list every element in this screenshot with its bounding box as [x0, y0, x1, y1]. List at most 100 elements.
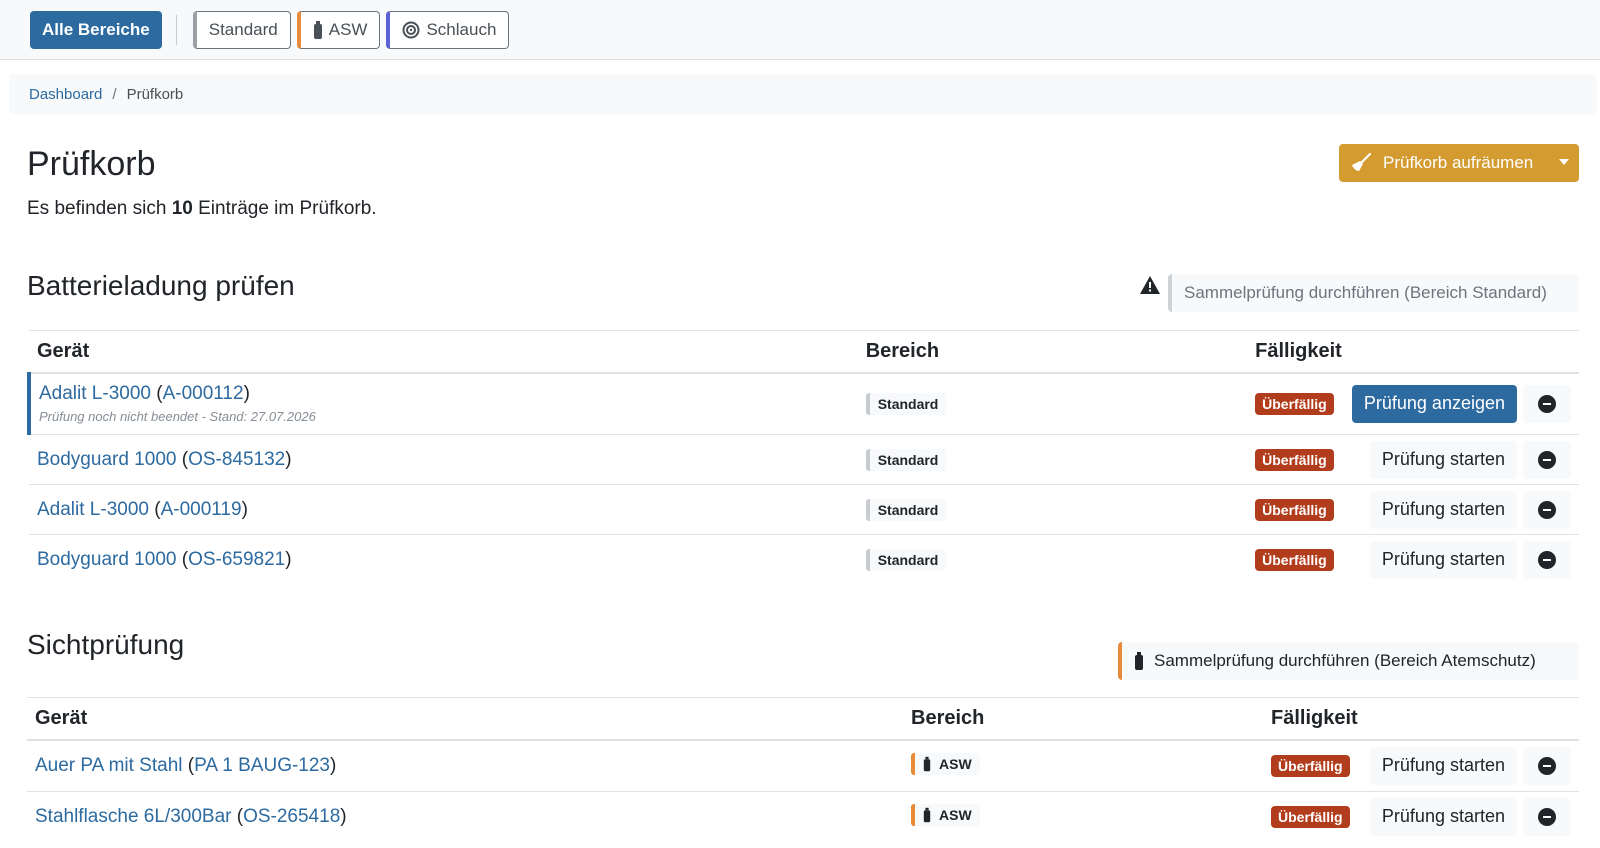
- broom-icon: [1352, 153, 1371, 171]
- entry-summary: Es befinden sich 10 Einträge im Prüfkorb…: [27, 198, 377, 220]
- gas-cylinder-icon: [313, 20, 322, 39]
- due-cell: Überfällig Prüfung anzeigen: [1247, 372, 1579, 435]
- minus-circle-icon: [1538, 550, 1556, 569]
- column-header-area: Bereich: [857, 330, 1248, 374]
- section-title-visual: Sichtprüfung: [27, 629, 185, 660]
- area-badge: ASW: [911, 753, 980, 776]
- table-header-row: Gerät Bereich Fälligkeit: [29, 330, 1579, 374]
- breadcrumb-separator: /: [112, 85, 117, 103]
- area-cell: Standard: [857, 484, 1248, 535]
- visual-test-table: Gerät Bereich Fälligkeit Auer PA mit Sta…: [27, 697, 1579, 842]
- column-header-due: Fälligkeit: [1247, 330, 1579, 374]
- overdue-badge: Überfällig: [1255, 548, 1334, 571]
- area-filter-label: Schlauch: [426, 19, 497, 39]
- remove-button[interactable]: [1523, 490, 1571, 529]
- all-areas-button[interactable]: Alle Bereiche: [30, 10, 162, 49]
- device-name-link[interactable]: Bodyguard 1000: [37, 449, 176, 470]
- area-cell: Standard: [857, 372, 1248, 435]
- minus-circle-icon: [1538, 756, 1556, 775]
- area-cell: Standard: [857, 434, 1248, 485]
- area-badge: Standard: [865, 548, 947, 571]
- cleanup-button[interactable]: Prüfkorb aufräumen: [1339, 144, 1579, 182]
- start-test-button[interactable]: Prüfung starten: [1369, 746, 1517, 785]
- device-id-link[interactable]: A-000119: [161, 499, 242, 520]
- warning-icon: [1140, 276, 1160, 294]
- device-cell: Auer PA mit Stahl (PA 1 BAUG-123): [27, 739, 903, 792]
- column-header-area: Bereich: [903, 697, 1263, 741]
- page-title: Prüfkorb: [27, 145, 156, 183]
- summary-suffix: Einträge im Prüfkorb.: [192, 198, 377, 219]
- device-cell: Bodyguard 1000 (OS-845132): [29, 434, 858, 485]
- batch-test-label: Sammelprüfung durchführen (Bereich Atems…: [1154, 651, 1536, 670]
- minus-circle-icon: [1538, 450, 1556, 469]
- area-cell: ASW: [903, 739, 1263, 792]
- area-cell: ASW: [903, 792, 1263, 842]
- table-header-row: Gerät Bereich Fälligkeit: [27, 697, 1579, 741]
- show-test-button[interactable]: Prüfung anzeigen: [1351, 384, 1517, 423]
- table-row: Adalit L-3000 (A-000119) Standard Überfä…: [29, 484, 1579, 535]
- start-test-button[interactable]: Prüfung starten: [1369, 797, 1517, 836]
- overdue-badge: Überfällig: [1271, 805, 1350, 828]
- area-badge-label: ASW: [939, 807, 972, 824]
- minus-circle-icon: [1538, 394, 1556, 413]
- batch-test-standard-button[interactable]: Sammelprüfung durchführen (Bereich Stand…: [1168, 274, 1579, 312]
- area-filter-label: ASW: [328, 19, 368, 39]
- table-row: Stahlflasche 6L/300Bar (OS-265418) ASW Ü…: [27, 792, 1579, 842]
- remove-button[interactable]: [1523, 746, 1571, 785]
- remove-button[interactable]: [1523, 384, 1571, 423]
- gas-cylinder-icon: [923, 757, 931, 772]
- area-filter-schlauch[interactable]: Schlauch: [386, 10, 510, 49]
- column-header-device: Gerät: [27, 697, 903, 741]
- area-cell: Standard: [858, 535, 1247, 585]
- area-badge-label: ASW: [939, 756, 972, 773]
- device-id-link[interactable]: OS-845132: [188, 449, 285, 470]
- remove-button[interactable]: [1523, 440, 1571, 479]
- hose-reel-icon: [402, 21, 420, 38]
- device-id-link[interactable]: PA 1 BAUG-123: [194, 755, 330, 776]
- dropdown-caret-icon[interactable]: [1559, 159, 1569, 165]
- table-row: Adalit L-3000 (A-000112) Prüfung noch ni…: [27, 372, 1579, 435]
- device-name-link[interactable]: Adalit L-3000: [39, 383, 151, 404]
- device-name-link[interactable]: Stahlflasche 6L/300Bar: [35, 806, 231, 827]
- overdue-badge: Überfällig: [1271, 754, 1350, 777]
- due-cell: Überfällig Prüfung starten: [1263, 792, 1579, 842]
- batch-test-asw-button[interactable]: Sammelprüfung durchführen (Bereich Atems…: [1118, 642, 1579, 680]
- column-header-device: Gerät: [29, 330, 858, 374]
- device-id-link[interactable]: A-000112: [163, 383, 244, 404]
- table-row: Bodyguard 1000 (OS-845132) Standard Über…: [29, 434, 1579, 485]
- area-badge: ASW: [911, 804, 980, 827]
- gas-cylinder-icon: [923, 808, 931, 823]
- area-filter-label: Standard: [208, 19, 278, 39]
- device-cell: Adalit L-3000 (A-000119): [29, 484, 858, 535]
- breadcrumb-dashboard-link[interactable]: Dashboard: [29, 86, 102, 103]
- remove-button[interactable]: [1523, 797, 1571, 836]
- due-cell: Überfällig Prüfung starten: [1247, 535, 1579, 585]
- summary-prefix: Es befinden sich: [27, 198, 172, 219]
- breadcrumb-current: Prüfkorb: [126, 85, 184, 103]
- due-cell: Überfällig Prüfung starten: [1247, 484, 1579, 535]
- overdue-badge: Überfällig: [1255, 498, 1334, 521]
- table-row: Auer PA mit Stahl (PA 1 BAUG-123) ASW Üb…: [27, 739, 1579, 792]
- device-name-link[interactable]: Auer PA mit Stahl: [35, 755, 183, 776]
- area-filter-bar: Alle Bereiche Standard ASW Schlauch: [0, 0, 1600, 60]
- device-cell: Adalit L-3000 (A-000112) Prüfung noch ni…: [27, 372, 858, 435]
- column-header-due: Fälligkeit: [1263, 697, 1579, 741]
- area-badge: Standard: [865, 392, 947, 415]
- cleanup-label: Prüfkorb aufräumen: [1383, 153, 1534, 172]
- area-badge: Standard: [865, 498, 947, 521]
- area-filter-standard[interactable]: Standard: [192, 10, 291, 49]
- section-title-battery: Batterieladung prüfen: [27, 270, 295, 301]
- remove-button[interactable]: [1523, 540, 1571, 579]
- device-cell: Stahlflasche 6L/300Bar (OS-265418): [35, 805, 347, 827]
- area-badge: Standard: [865, 448, 947, 471]
- divider: [175, 14, 177, 45]
- device-cell: Bodyguard 1000 (OS-659821): [37, 548, 292, 570]
- device-id-link[interactable]: OS-659821: [188, 549, 285, 570]
- device-name-link[interactable]: Adalit L-3000: [37, 499, 149, 520]
- device-name-link[interactable]: Bodyguard 1000: [37, 549, 176, 570]
- start-test-button[interactable]: Prüfung starten: [1369, 540, 1517, 579]
- device-id-link[interactable]: OS-265418: [243, 806, 340, 827]
- area-filter-asw[interactable]: ASW: [296, 10, 381, 49]
- start-test-button[interactable]: Prüfung starten: [1369, 440, 1517, 479]
- start-test-button[interactable]: Prüfung starten: [1369, 490, 1517, 529]
